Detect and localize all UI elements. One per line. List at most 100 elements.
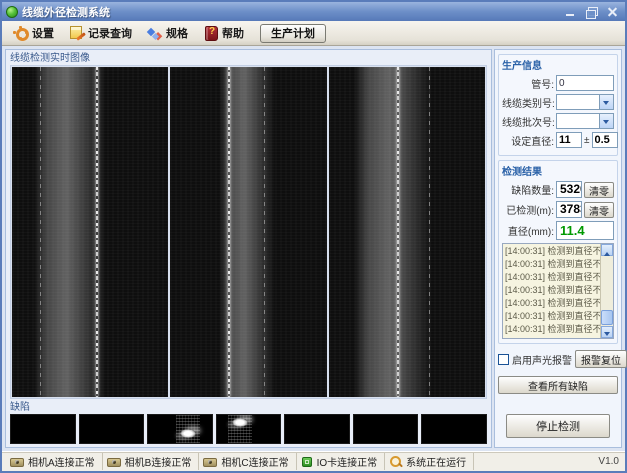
image-noise [329,67,485,397]
diameter-value: 11.4 [556,221,614,240]
defect-thumbnails [10,414,487,444]
log-entry: [14:00:31] 检测到直径不合格 [505,245,600,258]
camera-feed [170,67,326,397]
app-icon [6,6,18,18]
restore-button[interactable] [583,5,600,19]
window-title: 线缆外径检测系统 [22,4,558,20]
defect-thumbnail[interactable] [147,414,213,444]
set-diameter-label: 设定直径: [502,133,554,148]
spec-icon [146,25,163,41]
diameter-row: 直径(mm): 11.4 [502,221,614,240]
cable-batch-value [557,114,599,128]
settings-icon [12,25,29,41]
scroll-down-icon[interactable] [601,326,613,338]
tolerance-input[interactable] [592,132,618,148]
alarm-reset-button[interactable]: 报警复位 [575,350,627,368]
titlebar: 线缆外径检测系统 [2,2,625,21]
toolbar-item[interactable]: 记录查询 [64,23,136,43]
detection-log[interactable]: [14:00:31] 检测到直径不合格 [14:00:31] 检测到直径不合格 … [502,243,614,339]
set-diameter-row: 设定直径: ± [502,132,614,148]
image-noise [12,67,168,397]
scrollbar-track[interactable] [601,256,613,326]
defect-thumbnail[interactable] [79,414,145,444]
log-entry: [14:00:31] 检测到直径不合格 [505,323,600,336]
camera-feeds [10,65,487,399]
defect-thumbnail[interactable] [421,414,487,444]
records-icon [68,25,85,41]
sidebar: 生产信息 管号: 线缆类别号: 线缆批次号: [494,49,622,448]
alarm-checkbox[interactable] [498,354,509,365]
cable-type-combo[interactable] [556,94,614,110]
toolbar-item[interactable]: 规格 [142,23,192,43]
cable-batch-label: 线缆批次号: [502,114,554,129]
log-entry: [14:00:31] 检测到直径不合格 [505,258,600,271]
diameter-label: 直径(mm): [502,223,554,238]
live-image-label: 线缆检测实时图像 [10,52,487,65]
log-entry: [14:00:31] 检测到直径不合格 [505,284,600,297]
cable-type-label: 线缆类别号: [502,95,554,110]
defect-count-value: 53209 [556,181,582,198]
production-info-group: 生产信息 管号: 线缆类别号: 线缆批次号: [498,54,618,156]
camera-icon [107,456,121,467]
image-noise [170,67,326,397]
status-item: 相机A连接正常 [6,453,103,470]
toolbar-item[interactable]: 帮助 [198,23,248,43]
version-label: V1.0 [598,456,621,467]
log-scrollbar[interactable] [600,244,613,338]
cable-batch-row: 线缆批次号: [502,113,614,129]
live-image-panel: 线缆检测实时图像 [5,49,492,448]
defect-count-label: 缺陷数量: [502,182,554,197]
measured-length-value: 3783.3 [556,201,582,218]
defect-count-row: 缺陷数量: 53209 清零 [502,181,614,198]
cable-batch-combo[interactable] [556,113,614,129]
chevron-down-icon[interactable] [599,95,613,109]
status-item: 相机B连接正常 [103,453,200,470]
magnifier-icon [389,455,402,468]
stop-detection-button[interactable]: 停止检测 [506,414,610,438]
log-entry: [14:00:31] 检测到直径不合格 [505,310,600,323]
tube-number-input[interactable] [556,75,614,91]
alarm-checkbox-label: 启用声光报警 [512,352,572,367]
defect-thumbnail[interactable] [216,414,282,444]
scroll-up-icon[interactable] [601,244,613,256]
view-all-defects-button[interactable]: 查看所有缺陷 [498,376,618,394]
toolbar-item[interactable]: 设置 [8,23,58,43]
minimize-button[interactable] [562,5,579,19]
status-item: IO卡连接正常 [297,453,386,470]
toolbar: 设置 记录查询 规格 帮助 生产计划 [2,21,625,46]
camera-feed [12,67,168,397]
status-item: 系统正在运行 [385,453,474,470]
help-icon [202,25,219,41]
statusbar: 相机A连接正常 相机B连接正常 相机C连接正常 IO卡连接正常 [2,451,625,471]
chevron-down-icon[interactable] [599,114,613,128]
defect-thumbnail[interactable] [10,414,76,444]
io-icon [301,456,313,468]
defect-thumbnail[interactable] [284,414,350,444]
measured-length-label: 已检测(m): [502,202,554,217]
measured-length-row: 已检测(m): 3783.3 清零 [502,201,614,218]
tube-number-row: 管号: [502,75,614,91]
camera-feed [329,67,485,397]
detection-results-title: 检测结果 [502,163,614,178]
cable-type-row: 线缆类别号: [502,94,614,110]
production-plan-button[interactable]: 生产计划 [260,24,326,43]
clear-measured-length-button[interactable]: 清零 [584,202,614,218]
main-content: 线缆检测实时图像 [2,46,625,451]
cable-type-value [557,95,599,109]
plus-minus-label: ± [584,135,590,146]
alarm-row: 启用声光报警 报警复位 [498,350,618,368]
log-entry: [14:00:31] 检测到直径不合格 [505,297,600,310]
set-diameter-input[interactable] [556,132,582,148]
scrollbar-thumb[interactable] [601,310,613,325]
app-window: 线缆外径检测系统 设置 记录查询 规格 帮助 生产计划 [0,0,627,473]
sidebar-spacer [498,398,618,410]
status-items: 相机A连接正常 相机B连接正常 相机C连接正常 IO卡连接正常 [6,453,474,470]
defect-thumbnail[interactable] [353,414,419,444]
status-item: 相机C连接正常 [199,453,296,470]
defect-strip-label: 缺陷 [10,401,487,414]
camera-icon [203,456,217,467]
camera-icon [10,456,24,467]
tube-number-label: 管号: [502,76,554,91]
close-button[interactable] [604,5,621,19]
clear-defect-count-button[interactable]: 清零 [584,182,614,198]
